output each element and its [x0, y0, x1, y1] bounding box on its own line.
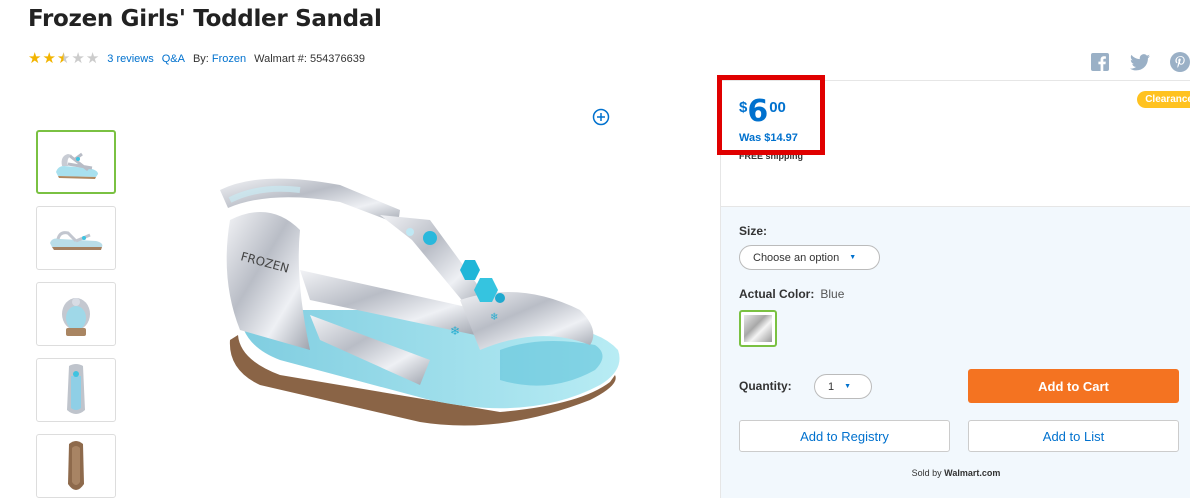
- brand-link[interactable]: Frozen: [212, 53, 246, 65]
- by-label: By:: [192, 53, 209, 65]
- color-label-text: Actual Color:: [739, 287, 815, 301]
- price-section: $ 6 00 Was $14.97 FREE shipping Clearanc…: [717, 75, 1190, 206]
- thumbnail-list: [36, 130, 116, 498]
- buy-box: $ 6 00 Was $14.97 FREE shipping Clearanc…: [717, 75, 1190, 498]
- product-image: FROZEN ❄ ❄: [200, 160, 640, 450]
- clearance-badge: Clearance: [1137, 91, 1190, 108]
- reviews-link[interactable]: 3 reviews: [107, 53, 153, 65]
- seller-name: Walmart.com: [944, 468, 1001, 478]
- star-half-icon: ★: [56, 50, 71, 67]
- product-meta: ★ ★ ★ ★ ★ 3 reviews Q&A By: Frozen Walma…: [28, 50, 366, 67]
- thumbnail-sandal-side[interactable]: [36, 206, 116, 270]
- zoom-in-icon[interactable]: [592, 108, 610, 126]
- size-select-value: Choose an option: [753, 251, 840, 264]
- color-swatch[interactable]: [739, 310, 777, 347]
- twitter-icon[interactable]: [1130, 52, 1150, 72]
- svg-text:❄: ❄: [490, 312, 498, 323]
- chevron-down-icon: ▼: [849, 254, 857, 261]
- thumbnail-sandal-top[interactable]: [36, 358, 116, 422]
- pinterest-icon[interactable]: [1170, 52, 1190, 72]
- thumbnail-sandal-front[interactable]: [36, 130, 116, 194]
- walmart-number: Walmart #: 554376639: [254, 53, 366, 65]
- price-highlight-box: [717, 75, 825, 155]
- thumbnail-sandal-back[interactable]: [36, 282, 116, 346]
- quantity-label: Quantity:: [739, 379, 792, 393]
- star-rating[interactable]: ★ ★ ★ ★ ★: [28, 50, 100, 67]
- qa-link[interactable]: Q&A: [162, 53, 185, 65]
- product-title: Frozen Girls' Toddler Sandal: [28, 6, 382, 32]
- add-to-cart-button[interactable]: Add to Cart: [968, 369, 1179, 403]
- sold-by-prefix: Sold by: [911, 468, 942, 478]
- star-icon: ★: [28, 50, 42, 67]
- quantity-value: 1: [828, 380, 835, 393]
- star-empty-icon: ★: [85, 50, 100, 67]
- sold-by: Sold by Walmart.com: [721, 468, 1190, 478]
- chevron-down-icon: ▼: [844, 383, 852, 390]
- add-to-list-button[interactable]: Add to List: [968, 420, 1179, 452]
- svg-text:❄: ❄: [450, 324, 460, 338]
- color-value: Blue: [820, 287, 845, 301]
- quantity-select[interactable]: 1 ▼: [814, 374, 872, 399]
- thumbnail-sandal-sole[interactable]: [36, 434, 116, 498]
- size-select[interactable]: Choose an option ▼: [739, 245, 880, 270]
- social-share: [1090, 52, 1190, 72]
- facebook-icon[interactable]: [1090, 52, 1110, 72]
- add-to-registry-button[interactable]: Add to Registry: [739, 420, 950, 452]
- star-empty-icon: ★: [71, 50, 85, 67]
- color-label: Actual Color: Blue: [739, 287, 844, 301]
- size-label: Size:: [739, 224, 768, 238]
- options-section: Size: Choose an option ▼ Actual Color: Bl…: [721, 206, 1190, 498]
- star-icon: ★: [42, 50, 56, 67]
